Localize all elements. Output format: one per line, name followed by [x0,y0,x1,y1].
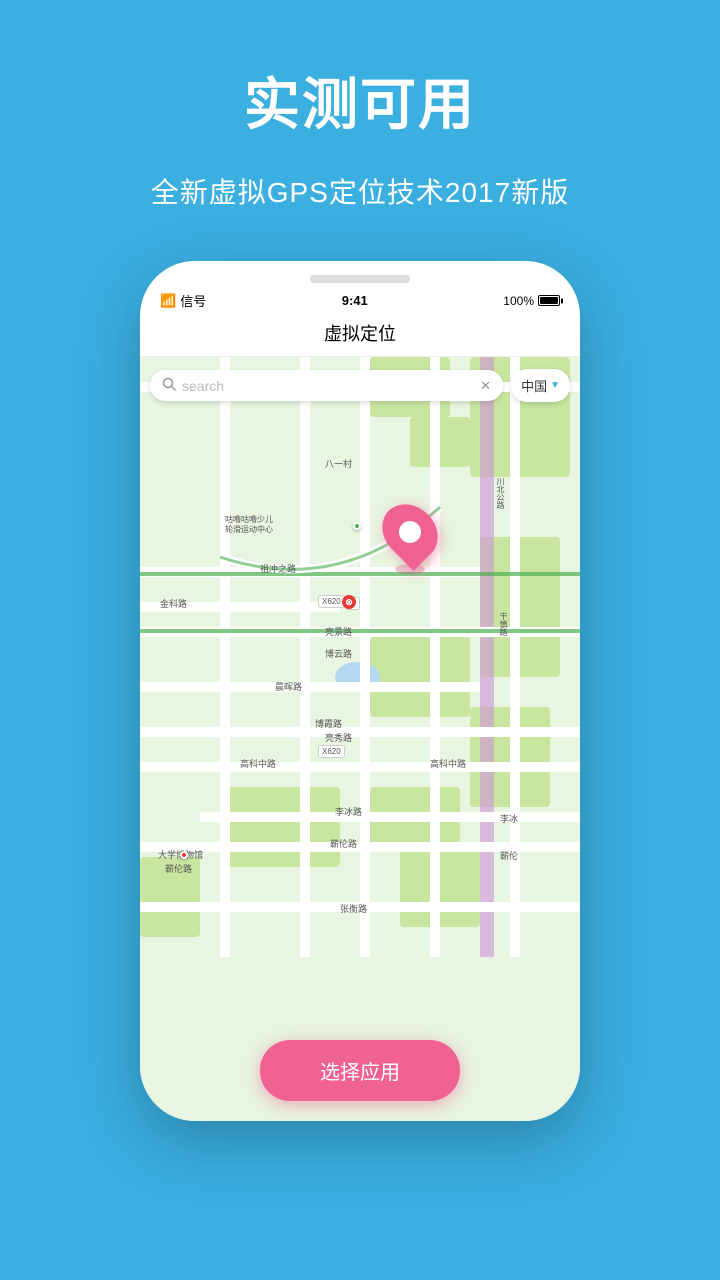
road-label-15: 张衡路 [340,902,367,915]
road-label-17: 干慎路 [498,612,509,636]
map-pin [385,502,435,574]
region-label: 中国 [521,376,547,395]
road-label-9: 亮秀路 [325,731,352,744]
region-button[interactable]: 中国 ▼ [511,369,570,402]
road-label-4: 金科路 [160,597,187,610]
pin-inner [399,521,421,543]
road-label-8: 博霞路 [315,717,342,730]
tag-x620-2: X620 [318,745,345,758]
search-icon [162,377,176,394]
time-text: 9:41 [342,293,368,308]
main-title: 实测可用 [0,60,720,141]
phone-mockup: 📶 信号 9:41 100% 虚拟定位 [140,261,580,1121]
road-label-3: 祖冲之路 [260,562,296,575]
search-bar[interactable]: search ✕ 中国 ▼ [150,369,570,402]
poi-dot-2 [180,851,188,859]
road-label-10: 高科中路 [240,757,276,770]
road-label-11: 高科中路 [430,757,466,770]
diagonal-road-svg [140,507,580,707]
status-right: 100% [503,294,560,308]
road-label-16: 川北公路 [495,477,506,509]
search-input-wrap[interactable]: search ✕ [150,370,503,401]
road-marker: ⊗ [342,595,356,609]
road-label-14: 蕲伦路 [165,862,192,875]
signal-text: 信号 [180,291,206,310]
map-container[interactable]: 郭守敬路 八一村 咕噜咕噜少儿轮滑运动中心 祖冲之路 金科路 亮景路 博云路 晨… [140,357,580,1121]
battery-fill [540,297,558,304]
road-label-19: 蕲伦 [500,849,518,862]
select-app-button[interactable]: 选择应用 [260,1040,460,1101]
road-label-5: 亮景路 [325,625,352,638]
road-label-2: 八一村 [325,457,352,470]
road-h-8 [200,812,580,822]
header-section: 实测可用 全新虚拟GPS定位技术2017新版 [0,0,720,211]
status-left: 📶 信号 [160,291,206,310]
wifi-icon: 📶 [160,293,176,309]
region-arrow-icon: ▼ [550,380,560,391]
road-label-6: 博云路 [325,647,352,660]
app-title: 虚拟定位 [140,314,580,357]
phone-speaker [310,275,410,283]
search-placeholder: search [182,378,480,394]
green-area-7 [220,787,340,867]
subtitle: 全新虚拟GPS定位技术2017新版 [0,171,720,211]
search-clear-icon[interactable]: ✕ [480,378,491,394]
road-label-18: 李冰 [500,812,518,825]
tag-x620-1: X620 [318,595,345,608]
status-bar: 📶 信号 9:41 100% [140,283,580,314]
map-background: 郭守敬路 八一村 咕噜咕噜少儿轮滑运动中心 祖冲之路 金科路 亮景路 博云路 晨… [140,357,580,1121]
select-btn-wrap: 选择应用 [260,1040,460,1101]
battery-icon [538,295,560,306]
road-label-13: 蕲伦路 [330,837,357,850]
road-label-7: 晨晖路 [275,680,302,693]
poi-label-1: 咕噜咕噜少儿轮滑运动中心 [225,515,273,534]
poi-dot-1 [353,522,361,530]
road-label-12: 李冰路 [335,805,362,818]
green-area-9 [400,847,480,927]
battery-percent: 100% [503,294,534,308]
green-area-3 [410,417,470,467]
